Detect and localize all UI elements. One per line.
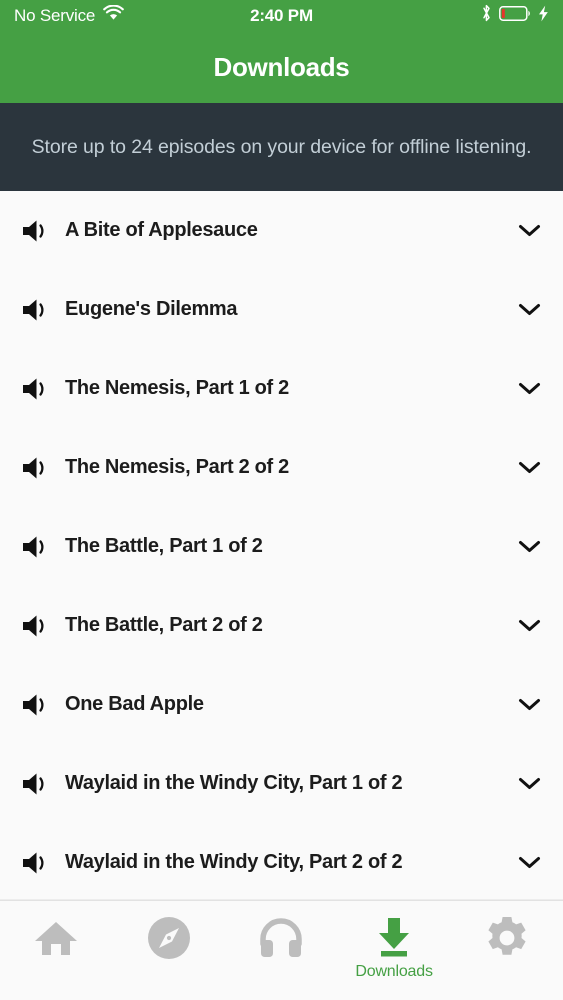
- app-screen: No Service 2:40 PM Downloads Store up to…: [0, 0, 563, 1000]
- speaker-icon: [21, 376, 65, 402]
- list-item[interactable]: Waylaid in the Windy City, Part 1 of 2: [0, 744, 563, 823]
- speaker-icon: [21, 534, 65, 560]
- list-item-title: The Nemesis, Part 1 of 2: [65, 377, 290, 399]
- info-banner: Store up to 24 episodes on your device f…: [0, 103, 563, 191]
- chevron-down-icon[interactable]: [511, 460, 541, 475]
- list-item[interactable]: The Battle, Part 1 of 2: [0, 507, 563, 586]
- tab-listen[interactable]: [225, 901, 338, 1000]
- chevron-down-icon[interactable]: [511, 855, 541, 870]
- home-icon: [33, 915, 79, 961]
- chevron-down-icon[interactable]: [511, 618, 541, 633]
- tab-explore[interactable]: [113, 901, 226, 1000]
- chevron-down-icon[interactable]: [511, 223, 541, 238]
- speaker-icon: [21, 692, 65, 718]
- headphones-icon: [258, 915, 304, 961]
- list-item[interactable]: The Nemesis, Part 1 of 2: [0, 349, 563, 428]
- speaker-icon: [21, 218, 65, 244]
- list-item-title: One Bad Apple: [65, 693, 204, 715]
- list-item-title: A Bite of Applesauce: [65, 219, 258, 241]
- speaker-icon: [21, 613, 65, 639]
- status-bar: No Service 2:40 PM: [0, 0, 563, 31]
- speaker-icon: [21, 850, 65, 876]
- list-item-title: Waylaid in the Windy City, Part 2 of 2: [65, 851, 403, 873]
- tab-bar: Downloads: [0, 900, 563, 1000]
- list-item[interactable]: A Bite of Applesauce: [0, 191, 563, 270]
- gear-icon: [484, 915, 530, 961]
- lightning-bolt-icon: [538, 5, 549, 27]
- list-item[interactable]: The Nemesis, Part 2 of 2: [0, 428, 563, 507]
- navigation-bar: Downloads: [0, 31, 563, 103]
- list-item-title: The Battle, Part 2 of 2: [65, 614, 263, 636]
- chevron-down-icon[interactable]: [511, 302, 541, 317]
- list-item-title: Eugene's Dilemma: [65, 298, 238, 320]
- chevron-down-icon[interactable]: [511, 381, 541, 396]
- bluetooth-icon: [481, 4, 492, 27]
- battery-low-icon: [499, 5, 531, 26]
- carrier-label: No Service: [14, 5, 96, 25]
- chevron-down-icon[interactable]: [511, 697, 541, 712]
- list-item[interactable]: One Bad Apple: [0, 665, 563, 744]
- tab-home[interactable]: [0, 901, 113, 1000]
- chevron-down-icon[interactable]: [511, 776, 541, 791]
- download-icon: [371, 915, 417, 961]
- tab-settings[interactable]: [450, 901, 563, 1000]
- tab-downloads-label: Downloads: [355, 963, 433, 980]
- compass-icon: [146, 915, 192, 961]
- speaker-icon: [21, 297, 65, 323]
- info-banner-text: Store up to 24 episodes on your device f…: [31, 136, 532, 158]
- downloads-list[interactable]: A Bite of Applesauce Eugene's Dilemma Th…: [0, 191, 563, 900]
- status-bar-right: [481, 4, 549, 27]
- chevron-down-icon[interactable]: [511, 539, 541, 554]
- wifi-icon: [103, 4, 125, 26]
- list-item-title: The Nemesis, Part 2 of 2: [65, 456, 290, 478]
- status-bar-left: No Service: [14, 4, 125, 26]
- speaker-icon: [21, 771, 65, 797]
- list-item[interactable]: The Battle, Part 2 of 2: [0, 586, 563, 665]
- list-item-title: Waylaid in the Windy City, Part 1 of 2: [65, 772, 403, 794]
- page-title: Downloads: [213, 51, 350, 82]
- list-item-title: The Battle, Part 1 of 2: [65, 535, 263, 557]
- tab-downloads[interactable]: Downloads: [338, 901, 451, 1000]
- speaker-icon: [21, 455, 65, 481]
- list-item[interactable]: Waylaid in the Windy City, Part 2 of 2: [0, 823, 563, 899]
- list-item[interactable]: Eugene's Dilemma: [0, 270, 563, 349]
